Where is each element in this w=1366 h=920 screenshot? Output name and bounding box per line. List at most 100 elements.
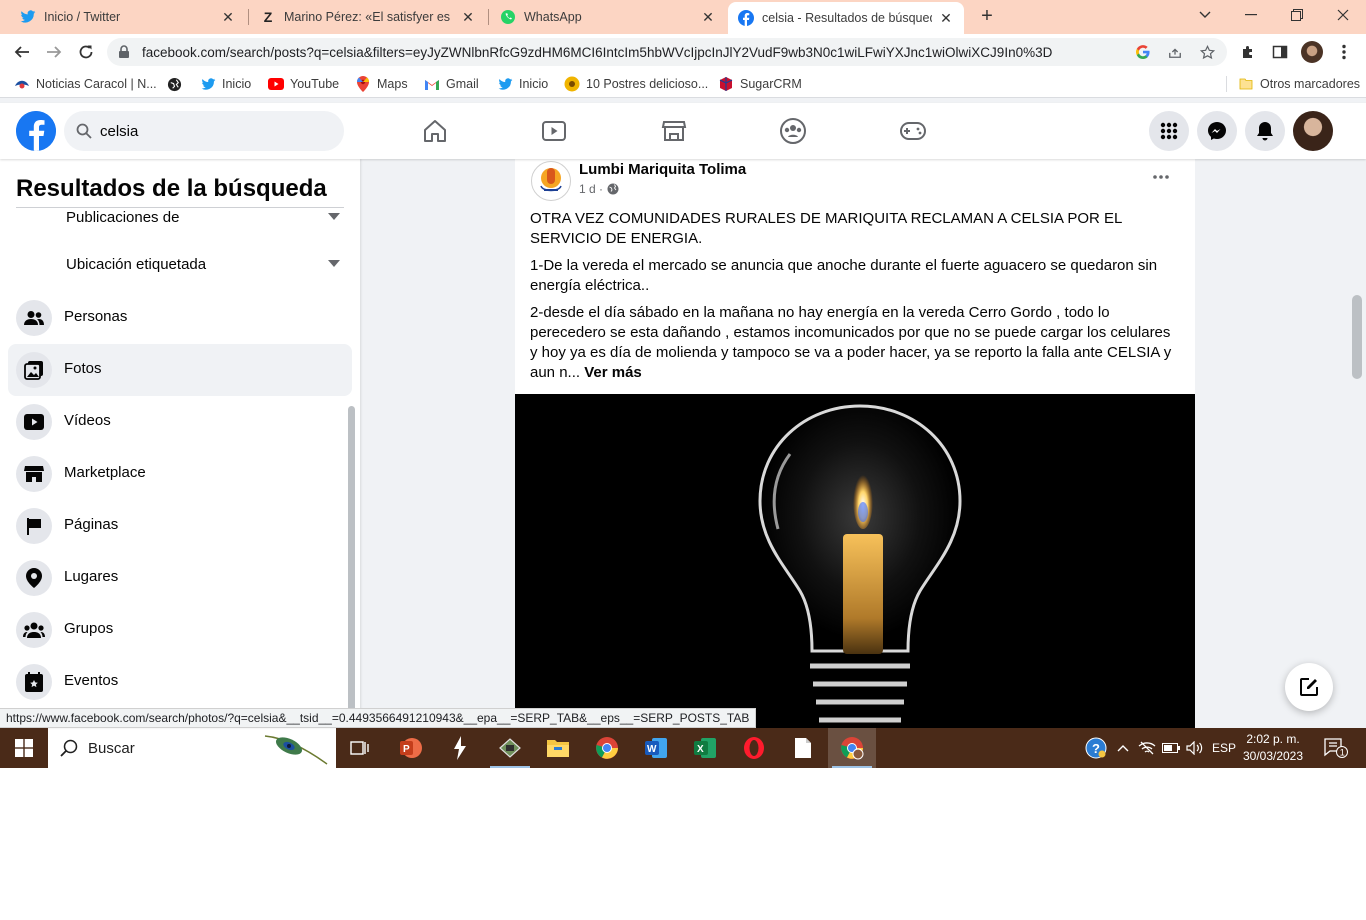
facebook-search-box[interactable] (64, 111, 344, 151)
tab-search-chevron-icon[interactable] (1182, 0, 1228, 30)
network-offline-icon[interactable] (1136, 728, 1158, 768)
volume-icon[interactable] (1184, 728, 1206, 768)
chevron-up-icon[interactable] (1113, 728, 1133, 768)
tab-facebook-active[interactable]: celsia - Resultados de búsqueda ✕ (728, 2, 964, 34)
bookmark-star-icon[interactable] (1199, 44, 1215, 60)
messenger-icon[interactable] (1197, 111, 1237, 151)
sidebar-item-marketplace[interactable]: Marketplace (8, 448, 352, 500)
tab-title: Inicio / Twitter (44, 10, 121, 24)
bookmark-youtube[interactable]: YouTube (268, 76, 339, 92)
see-more-link[interactable]: Ver más (584, 364, 642, 381)
flag-icon (16, 508, 52, 544)
reload-icon[interactable] (74, 40, 98, 64)
gaming-controller-icon[interactable] (897, 115, 929, 147)
more-options-icon[interactable] (1145, 167, 1177, 187)
bookmark-twitter-inicio-2[interactable]: Inicio (497, 76, 548, 92)
bookmark-sugarcrm[interactable]: SugarCRM (718, 76, 802, 92)
google-icon[interactable] (1135, 44, 1151, 60)
bookmark-maps[interactable]: Maps (355, 76, 408, 92)
close-window-button[interactable] (1320, 0, 1366, 30)
filter-label: Publicaciones de (66, 209, 180, 226)
tab-whatsapp[interactable]: WhatsApp ✕ (490, 0, 726, 34)
bookmark-twitter-inicio[interactable]: Inicio (200, 76, 251, 92)
back-icon[interactable] (10, 40, 34, 64)
extensions-puzzle-icon[interactable] (1236, 40, 1260, 64)
new-message-button[interactable] (1285, 663, 1333, 711)
bookmark-postres[interactable]: 10 Postres delicioso... (564, 76, 708, 92)
notification-center-icon[interactable]: 1 (1316, 728, 1356, 768)
powerpoint-icon[interactable]: P (386, 728, 434, 768)
restore-button[interactable] (1274, 0, 1320, 30)
battery-icon[interactable] (1160, 728, 1182, 768)
bookmark-gmail[interactable]: Gmail (424, 76, 479, 92)
home-icon[interactable] (419, 115, 451, 147)
notepad-document-icon[interactable] (779, 728, 827, 768)
facebook-logo[interactable] (16, 111, 56, 151)
opera-icon[interactable] (730, 728, 778, 768)
close-icon[interactable]: ✕ (460, 9, 476, 25)
chrome-menu-icon[interactable] (1332, 40, 1356, 64)
caracol-icon (14, 76, 30, 92)
sidebar-divider (16, 207, 344, 208)
search-results-feed: Lumbi Mariquita Tolima 1 d · OTRA VEZ CO… (360, 159, 1350, 728)
bookmark-globe[interactable] (166, 76, 188, 92)
post-photo-lightbulb-candle[interactable] (515, 394, 1195, 728)
close-icon[interactable]: ✕ (700, 9, 716, 25)
excel-icon[interactable]: X (681, 728, 729, 768)
input-language-indicator[interactable]: ESP (1208, 728, 1240, 768)
windows-start-icon[interactable] (0, 728, 48, 768)
system-clock[interactable]: 2:02 p. m. 30/03/2023 (1240, 731, 1306, 765)
notifications-bell-icon[interactable] (1245, 111, 1285, 151)
word-icon[interactable]: W (632, 728, 680, 768)
menu-grid-icon[interactable] (1149, 111, 1189, 151)
close-icon[interactable]: ✕ (938, 10, 954, 26)
close-icon[interactable]: ✕ (220, 9, 236, 25)
sticky-app-icon[interactable] (486, 728, 534, 768)
search-input[interactable] (100, 121, 330, 141)
location-pin-icon (16, 560, 52, 596)
bookmark-noticias-caracol[interactable]: Noticias Caracol | N... (14, 76, 157, 92)
watch-video-icon[interactable] (538, 115, 570, 147)
facebook-header (0, 103, 1366, 159)
page-scrollbar-thumb[interactable] (1352, 295, 1362, 379)
profile-avatar-icon[interactable] (1300, 40, 1324, 64)
marketplace-store-icon[interactable] (658, 115, 690, 147)
tab-marino-perez[interactable]: Z Marino Pérez: «El satisfyer es la c ✕ (250, 0, 486, 34)
lightning-app-icon[interactable] (436, 728, 484, 768)
sidebar-item-paginas[interactable]: Páginas (8, 500, 352, 552)
account-avatar[interactable] (1293, 111, 1333, 151)
dropdown-caret-icon (328, 213, 340, 220)
sidebar-item-personas[interactable]: Personas (8, 292, 352, 344)
task-view-icon[interactable] (336, 728, 384, 768)
svg-text:P: P (403, 744, 410, 755)
file-explorer-icon[interactable] (534, 728, 582, 768)
sidebar-scrollbar[interactable] (348, 406, 355, 726)
sidebar-item-videos[interactable]: Vídeos (8, 396, 352, 448)
sidebar-item-fotos[interactable]: Fotos (8, 344, 352, 396)
page-scrollbar[interactable] (1350, 159, 1366, 728)
filter-ubicacion-etiquetada[interactable]: Ubicación etiquetada (66, 256, 346, 280)
sidebar-item-lugares[interactable]: Lugares (8, 552, 352, 604)
filter-publicaciones-de[interactable]: Publicaciones de (66, 209, 346, 233)
address-bar[interactable]: facebook.com/search/posts?q=celsia&filte… (107, 38, 1227, 66)
side-panel-icon[interactable] (1268, 40, 1292, 64)
other-bookmarks-folder[interactable]: Otros marcadores (1238, 76, 1360, 92)
chrome-icon[interactable] (583, 728, 631, 768)
sidebar-item-eventos[interactable]: Eventos (8, 656, 352, 708)
post-time[interactable]: 1 d · (579, 182, 603, 196)
bookmark-label: Maps (377, 77, 408, 91)
forward-icon[interactable] (42, 40, 66, 64)
tab-twitter[interactable]: Inicio / Twitter ✕ (10, 0, 246, 34)
chrome-active-icon[interactable] (828, 728, 876, 768)
sidebar-item-grupos[interactable]: Grupos (8, 604, 352, 656)
new-tab-button[interactable]: + (976, 5, 998, 27)
lock-icon[interactable] (118, 45, 130, 64)
page-avatar[interactable] (531, 161, 571, 201)
help-icon[interactable]: ? (1084, 728, 1108, 768)
post-author[interactable]: Lumbi Mariquita Tolima (579, 161, 746, 178)
share-icon[interactable] (1167, 44, 1183, 60)
minimize-button[interactable] (1228, 0, 1274, 30)
taskbar-search-box[interactable]: Buscar (48, 728, 336, 768)
groups-icon[interactable] (777, 115, 809, 147)
sidebar-item-label: Eventos (64, 672, 119, 689)
